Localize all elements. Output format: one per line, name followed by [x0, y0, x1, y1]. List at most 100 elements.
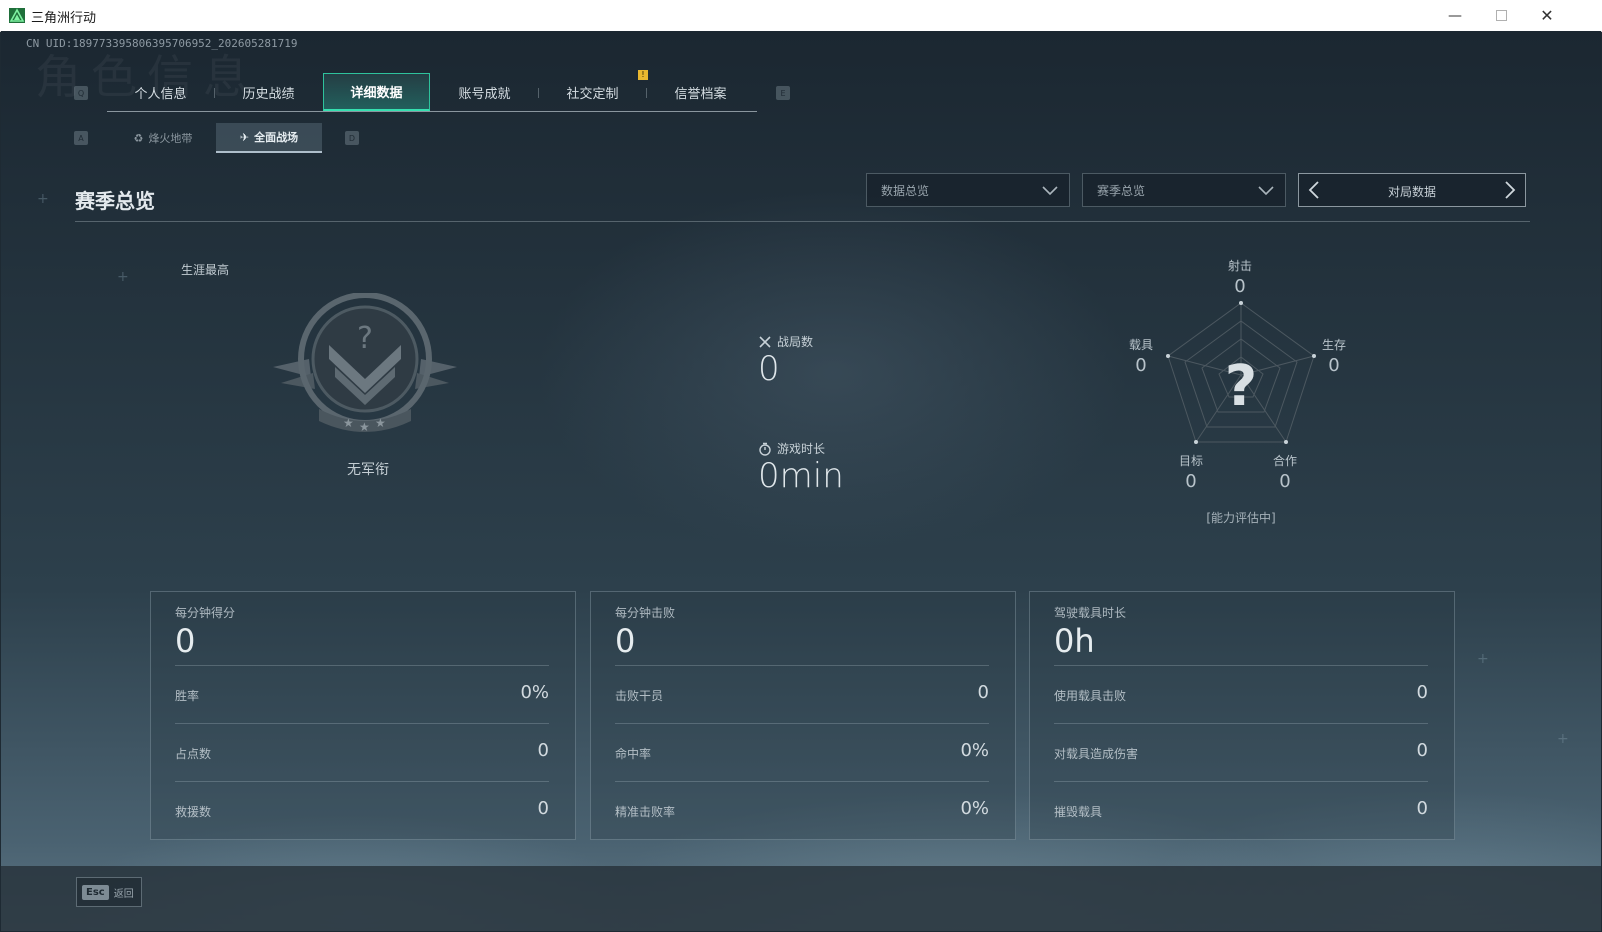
- card-title: 驾驶载具时长: [1054, 606, 1127, 620]
- row-value: 0: [977, 682, 989, 703]
- subtab-hazard-zone[interactable]: ♻ 烽火地带: [110, 123, 216, 153]
- crossed-swords-icon: [759, 335, 771, 348]
- rank-name: 无军衔: [347, 462, 389, 478]
- radar-label-objective: 目标: [1178, 454, 1203, 468]
- ability-assessment-status: [能力评估中]: [1206, 511, 1276, 525]
- close-button[interactable]: ✕: [1524, 0, 1570, 31]
- minimize-button[interactable]: —: [1432, 0, 1478, 31]
- data-type-dropdown[interactable]: 数据总览: [866, 173, 1070, 207]
- row-label: 胜率: [175, 689, 200, 703]
- aircraft-icon: ✈: [239, 130, 250, 144]
- maximize-button[interactable]: [1478, 0, 1524, 31]
- card-row: 摧毁载具 0: [1054, 781, 1428, 840]
- row-label: 救援数: [175, 805, 212, 819]
- esc-key-hint: Esc: [82, 884, 109, 900]
- match-data-pager: 对局数据: [1298, 173, 1526, 207]
- tab-reputation[interactable]: 信誉档案: [647, 73, 754, 111]
- dropdown-value: 数据总览: [881, 183, 930, 198]
- svg-text:★: ★: [359, 420, 370, 434]
- crosshair-deco-icon: +: [37, 191, 49, 207]
- subtab-label: 烽火地带: [148, 132, 193, 145]
- row-value: 0: [1416, 740, 1428, 761]
- card-row: 救援数 0: [175, 781, 549, 840]
- card-row: 击败干员 0: [615, 665, 989, 724]
- radar-value-shooting: 0: [1234, 276, 1246, 297]
- chevron-down-icon: [1258, 186, 1274, 196]
- key-hint-q: Q: [74, 86, 88, 100]
- app-logo-icon: [9, 8, 25, 23]
- chevron-right-icon[interactable]: [1503, 180, 1517, 200]
- dropdown-value: 赛季总览: [1097, 183, 1146, 198]
- row-label: 使用载具击败: [1054, 689, 1127, 703]
- crosshair-deco-icon: +: [117, 269, 129, 285]
- tab-social[interactable]: 社交定制: [539, 73, 646, 111]
- svg-text:?: ?: [357, 321, 373, 356]
- row-label: 命中率: [615, 747, 652, 761]
- ability-radar-chart: ?: [1166, 301, 1316, 444]
- back-label: 返回: [113, 888, 134, 900]
- row-label: 对载具造成伤害: [1054, 747, 1139, 761]
- career-best-label: 生涯最高: [181, 263, 230, 277]
- stats-card-vehicle: 驾驶载具时长 0h 使用载具击败 0 对载具造成伤害 0 摧毁载具 0: [1029, 591, 1455, 840]
- row-label: 占点数: [175, 747, 212, 761]
- row-value: 0%: [520, 682, 549, 703]
- main-tabbar: 个人信息 历史战绩 详细数据 账号成就 社交定制 信誉档案: [107, 73, 757, 112]
- svg-text:★: ★: [343, 416, 354, 430]
- section-title: 赛季总览: [75, 189, 155, 213]
- back-button[interactable]: Esc 返回: [76, 877, 142, 907]
- row-label: 精准击败率: [615, 805, 676, 819]
- card-row: 精准击败率 0%: [615, 781, 989, 840]
- radar-label-shooting: 射击: [1227, 259, 1252, 273]
- playtime-label: 游戏时长: [758, 440, 825, 457]
- tab-history[interactable]: 历史战绩: [215, 73, 322, 111]
- radar-label-vehicle: 载具: [1128, 338, 1153, 352]
- row-value: 0: [537, 798, 549, 819]
- matches-value: 0: [758, 349, 780, 389]
- season-dropdown[interactable]: 赛季总览: [1082, 173, 1286, 207]
- stats-card-score: 每分钟得分 0 胜率 0% 占点数 0 救援数 0: [150, 591, 576, 840]
- close-icon: ✕: [1540, 6, 1554, 25]
- radar-label-survival: 生存: [1321, 338, 1346, 352]
- card-row: 命中率 0%: [615, 723, 989, 782]
- uid-label: CN UID:18977339580639570695‌2_2026052817…: [26, 37, 298, 50]
- tab-achievements[interactable]: 账号成就: [431, 73, 538, 111]
- tab-personal-info[interactable]: 个人信息: [107, 73, 214, 111]
- radar-value-objective: 0: [1185, 471, 1197, 492]
- card-row: 对载具造成伤害 0: [1054, 723, 1428, 782]
- row-value: 0: [1416, 682, 1428, 703]
- radar-placeholder: ?: [1225, 354, 1257, 419]
- crosshair-deco-icon: +: [1557, 731, 1569, 747]
- row-value: 0%: [960, 740, 989, 761]
- row-value: 0: [1416, 798, 1428, 819]
- matches-label: 战局数: [758, 333, 813, 350]
- minimize-icon: —: [1448, 7, 1462, 24]
- window-titlebar: 三角洲行动 — ✕: [0, 0, 1602, 32]
- radar-value-vehicle: 0: [1135, 355, 1147, 376]
- tab-detailed-data[interactable]: 详细数据: [323, 73, 430, 111]
- card-row: 胜率 0%: [175, 665, 549, 724]
- row-value: 0%: [960, 798, 989, 819]
- key-hint-e: E: [776, 86, 790, 100]
- key-hint-d: D: [345, 131, 359, 145]
- section-divider: [75, 221, 1530, 222]
- radar-value-teamwork: 0: [1279, 471, 1291, 492]
- card-value: 0: [175, 622, 196, 660]
- chevron-down-icon: [1042, 186, 1058, 196]
- matches-label-text: 战局数: [777, 335, 814, 349]
- notification-badge: !: [638, 70, 648, 80]
- card-value: 0: [615, 622, 636, 660]
- row-label: 击败干员: [615, 689, 664, 703]
- stats-card-kills: 每分钟击败 0 击败干员 0 命中率 0% 精准击败率 0%: [590, 591, 1016, 840]
- crosshair-deco-icon: +: [1477, 651, 1489, 667]
- subtab-warfare[interactable]: ✈ 全面战场: [216, 123, 322, 153]
- window-title: 三角洲行动: [31, 11, 97, 26]
- key-hint-a: A: [74, 131, 88, 145]
- card-row: 使用载具击败 0: [1054, 665, 1428, 724]
- game-viewport: 角色信息 CN UID:18977339580639570695‌2_20260…: [1, 31, 1601, 931]
- recycle-icon: ♻: [133, 131, 144, 145]
- card-title: 每分钟击败: [615, 606, 676, 620]
- radar-label-teamwork: 合作: [1272, 454, 1297, 468]
- card-title: 每分钟得分: [175, 606, 236, 620]
- row-label: 摧毁载具: [1054, 805, 1103, 819]
- row-value: 0: [537, 740, 549, 761]
